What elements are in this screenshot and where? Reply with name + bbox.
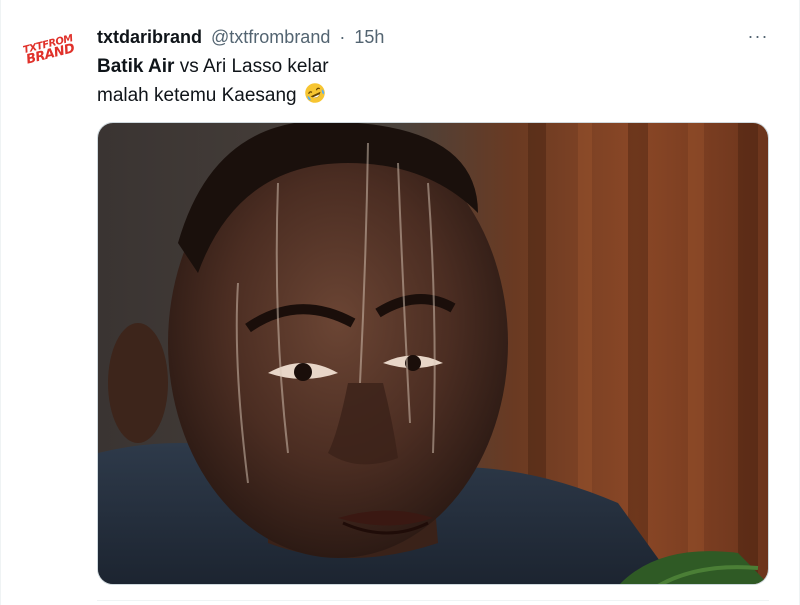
brand-logo: TXTFROM BRAND: [22, 33, 76, 67]
avatar[interactable]: TXTFROM BRAND: [17, 18, 81, 82]
more-icon: ···: [747, 25, 769, 46]
tweet-text: Batik Air vs Ari Lasso kelar malah ketem…: [97, 52, 757, 110]
tweet-text-line1: vs Ari Lasso kelar: [174, 56, 329, 77]
divider: [97, 600, 769, 601]
tweet-text-line2: malah ketemu Kaesang: [97, 85, 297, 106]
more-options-button[interactable]: ···: [741, 22, 775, 50]
tweet-header: txtdaribrand @txtfrombrand · 15h: [97, 25, 384, 49]
separator-dot: ·: [339, 27, 346, 47]
rofl-emoji-icon: [305, 83, 325, 103]
tweet-media-photo[interactable]: [97, 122, 769, 585]
tweet-text-bold: Batik Air: [97, 56, 175, 77]
display-name[interactable]: txtdaribrand: [97, 27, 202, 47]
tweet-card[interactable]: TXTFROM BRAND txtdaribrand @txtfrombrand…: [0, 0, 800, 605]
timestamp[interactable]: 15h: [354, 27, 384, 47]
photo-image: [98, 123, 768, 584]
user-handle[interactable]: @txtfrombrand: [211, 27, 330, 47]
